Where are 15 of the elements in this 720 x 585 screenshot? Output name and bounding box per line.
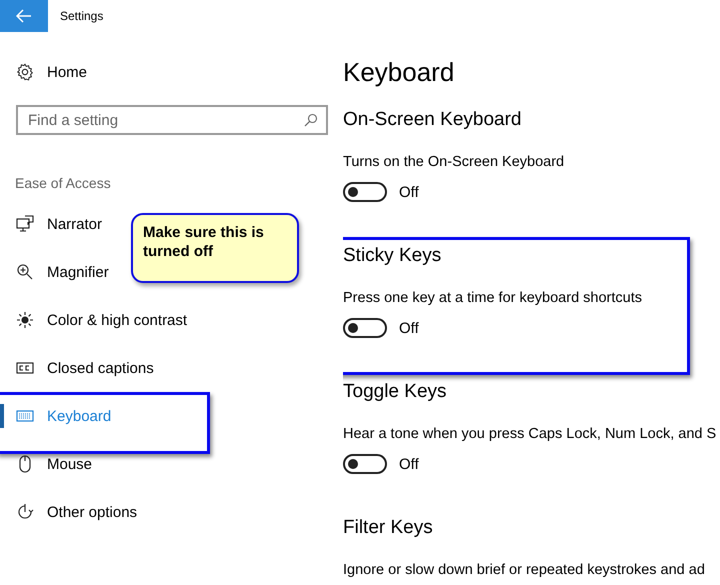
toggle-label: Off: [399, 456, 419, 472]
setting-description: Turns on the On-Screen Keyboard: [343, 153, 566, 172]
section-title: Sticky Keys: [343, 244, 442, 268]
group-label: Ease of Access: [15, 174, 112, 193]
setting-description: Ignore or slow down brief or repeated keystrokes and ad: [343, 561, 706, 580]
toggle-label: Off: [399, 184, 419, 200]
page-title: Keyboard: [343, 56, 456, 89]
section-title: Filter Keys: [343, 516, 434, 540]
toggle-label: Off: [399, 320, 419, 336]
setting-description: Press one key at a time for keyboard shortcuts: [343, 289, 643, 308]
window-title: Settings: [60, 9, 104, 23]
section-title: Toggle Keys: [343, 380, 448, 404]
callout-tooltip: Make sure this is turned off: [131, 213, 299, 283]
section-title: On-Screen Keyboard: [343, 108, 522, 132]
setting-description: Hear a tone when you press Caps Lock, Num Lock, and S: [343, 425, 718, 444]
